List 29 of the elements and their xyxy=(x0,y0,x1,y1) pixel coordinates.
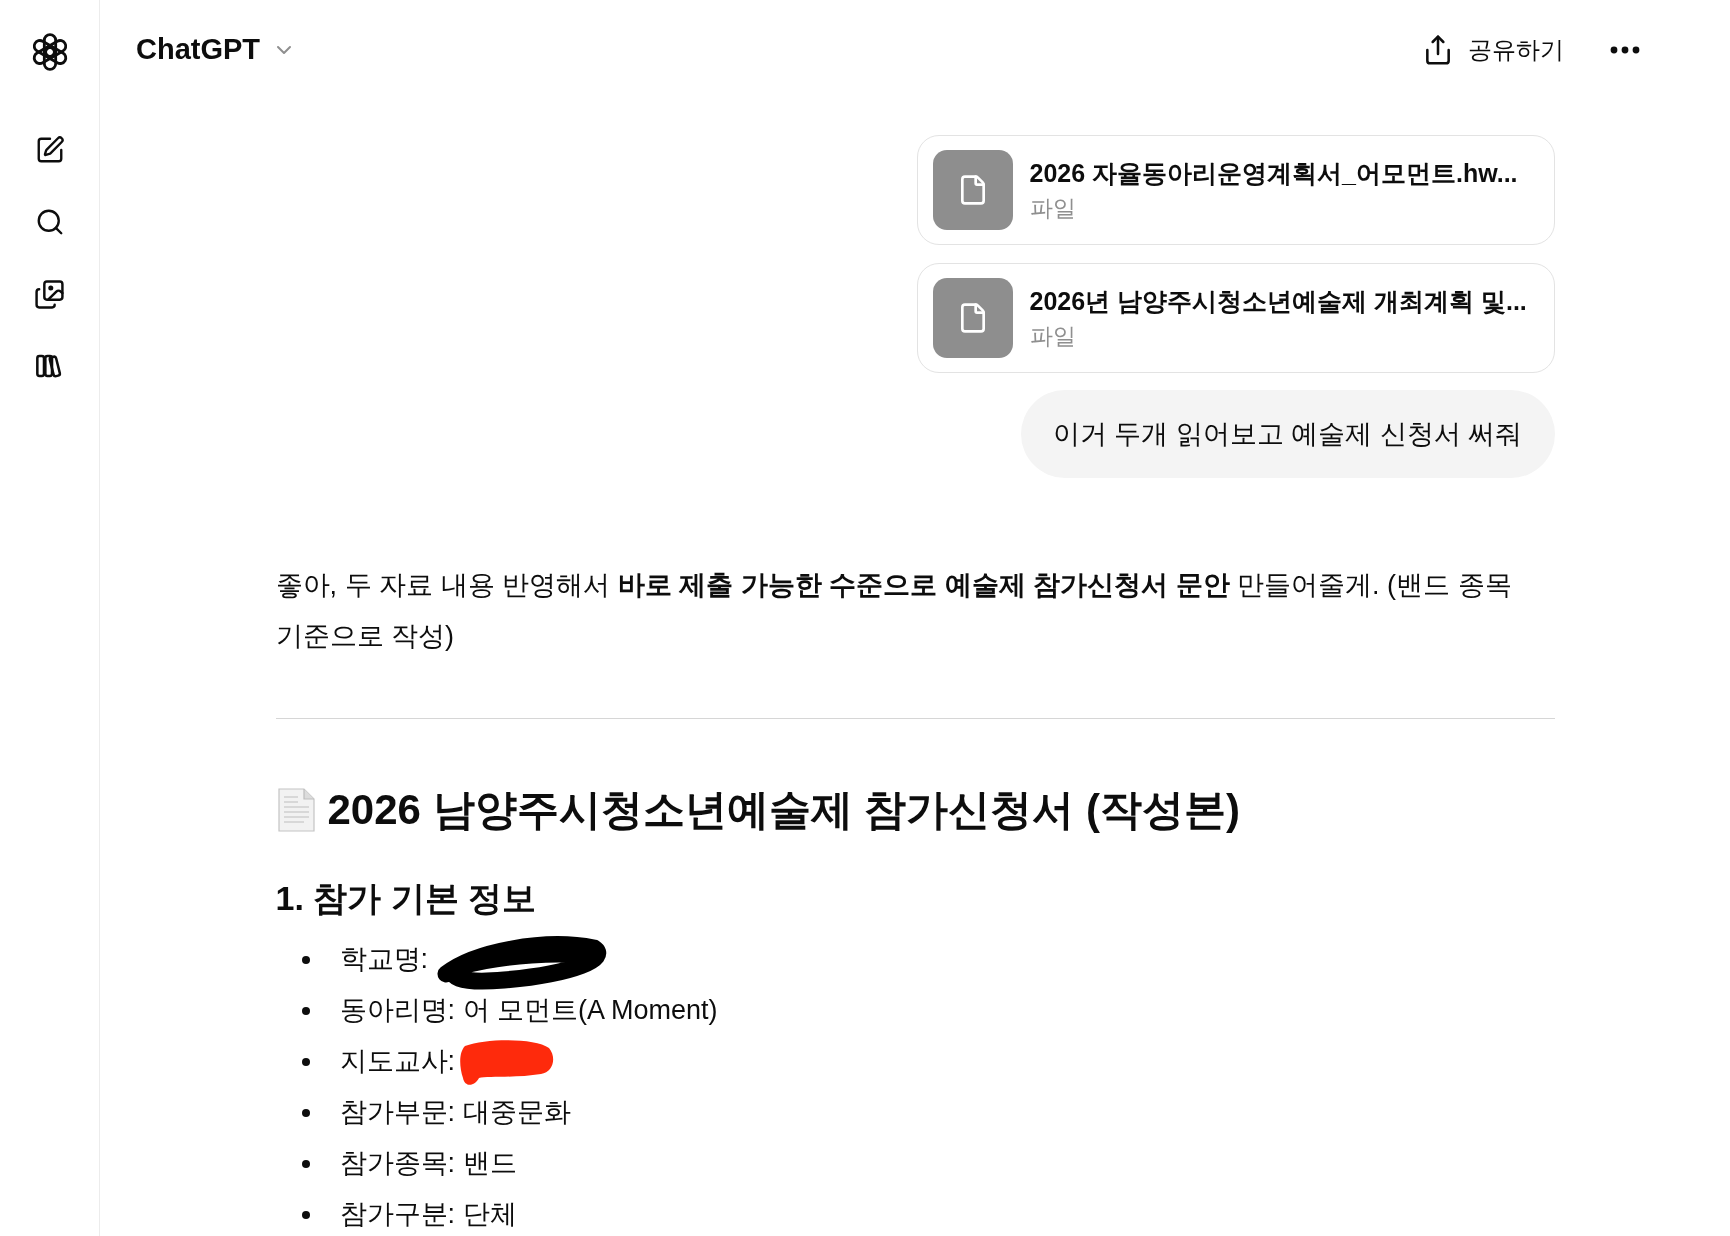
images-icon[interactable] xyxy=(34,278,65,310)
bullet-icon xyxy=(301,1159,310,1168)
file-name: 2026 자율동아리운영계획서_어모먼트.hw... xyxy=(1029,158,1518,189)
share-button[interactable]: 공유하기 xyxy=(1422,32,1564,68)
user-message-bubble: 이거 두개 읽어보고 예술제 신청서 써줘 xyxy=(1021,390,1555,478)
file-type-label: 파일 xyxy=(1029,322,1077,351)
list-item-text: 참가구분: 단체 xyxy=(339,1198,517,1232)
file-attachment-card[interactable]: 2026 자율동아리운영계획서_어모먼트.hw... 파일 xyxy=(916,135,1555,245)
file-icon xyxy=(932,150,1013,230)
list-item-text: 동아리명: 어 모먼트(A Moment) xyxy=(339,994,718,1028)
document-title: 2026 남양주시청소년예술제 참가신청서 (작성본) xyxy=(327,785,1240,835)
more-icon[interactable] xyxy=(1610,46,1640,54)
bullet-icon xyxy=(301,1210,310,1219)
bullet-icon xyxy=(301,1108,310,1117)
list-item-text: 참가종목: 밴드 xyxy=(339,1147,517,1181)
file-type-label: 파일 xyxy=(1029,194,1077,223)
bullet-icon xyxy=(301,1006,310,1015)
file-name: 2026년 남양주시청소년예술제 개최계획 및... xyxy=(1029,286,1527,317)
model-menu-button[interactable]: ChatGPT xyxy=(134,28,299,72)
bullet-icon xyxy=(301,1057,310,1066)
list-item-text: 지도교사: xyxy=(339,1045,455,1079)
document-icon xyxy=(275,788,316,832)
list-item-text: 참가부문: 대중문화 xyxy=(339,1096,571,1130)
list-item-text: 학교명: xyxy=(339,943,428,977)
assistant-intro-text: 좋아, 두 자료 내용 반영해서 바로 제출 가능한 수준으로 예술제 참가신청서 문안 만들어줄게. (밴드 종목 기준으로 작성) xyxy=(275,569,1513,653)
file-attachment-card[interactable]: 2026년 남양주시청소년예술제 개최계획 및... 파일 xyxy=(916,263,1555,373)
section-heading: 1. 참가 기본 정보 xyxy=(275,878,538,919)
file-icon xyxy=(932,278,1013,358)
bullet-icon xyxy=(301,955,310,964)
